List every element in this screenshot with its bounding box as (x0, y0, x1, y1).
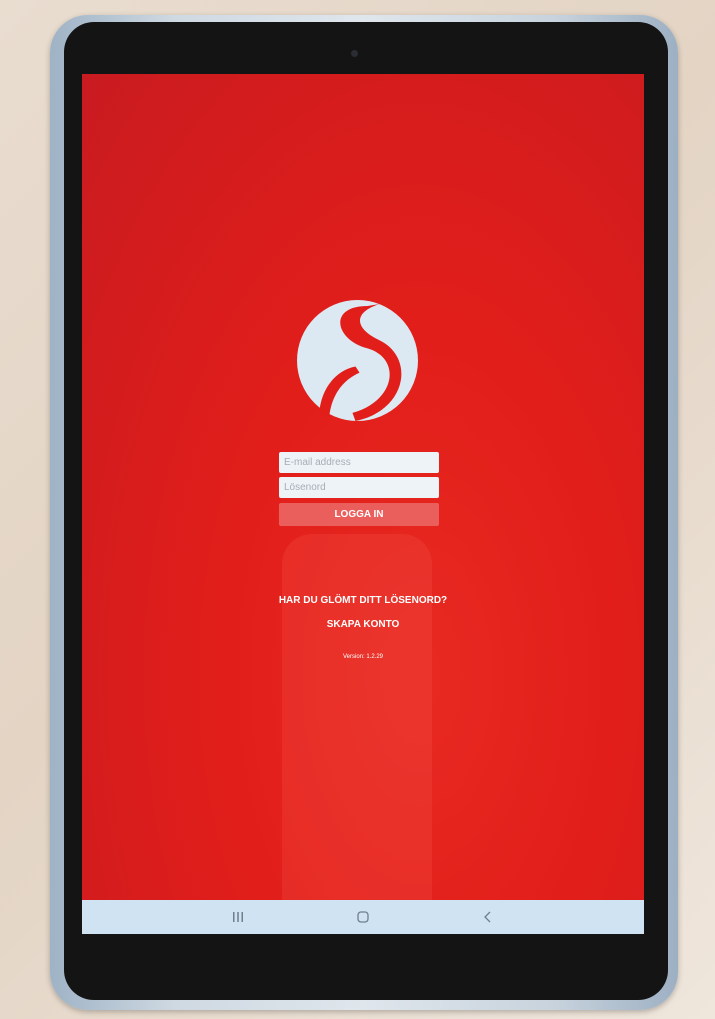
password-field[interactable] (279, 477, 439, 498)
back-button[interactable] (458, 900, 518, 934)
screen-glare (282, 534, 432, 934)
home-button[interactable] (333, 900, 393, 934)
forgot-password-link[interactable]: HAR DU GLÖMT DITT LÖSENORD? (82, 595, 644, 606)
email-field[interactable] (279, 452, 439, 473)
login-button[interactable]: LOGGA IN (279, 503, 439, 526)
recent-apps-button[interactable] (208, 900, 268, 934)
recent-apps-icon (233, 912, 243, 922)
home-icon (357, 911, 369, 923)
create-account-link[interactable]: SKAPA KONTO (82, 619, 644, 630)
back-icon (484, 911, 491, 923)
app-screen: LOGGA IN HAR DU GLÖMT DITT LÖSENORD? SKA… (82, 74, 644, 934)
app-logo (297, 300, 418, 421)
version-label: Version: 1.2.29 (342, 654, 384, 660)
navigation-bar (82, 900, 644, 934)
camera-icon (351, 50, 358, 57)
